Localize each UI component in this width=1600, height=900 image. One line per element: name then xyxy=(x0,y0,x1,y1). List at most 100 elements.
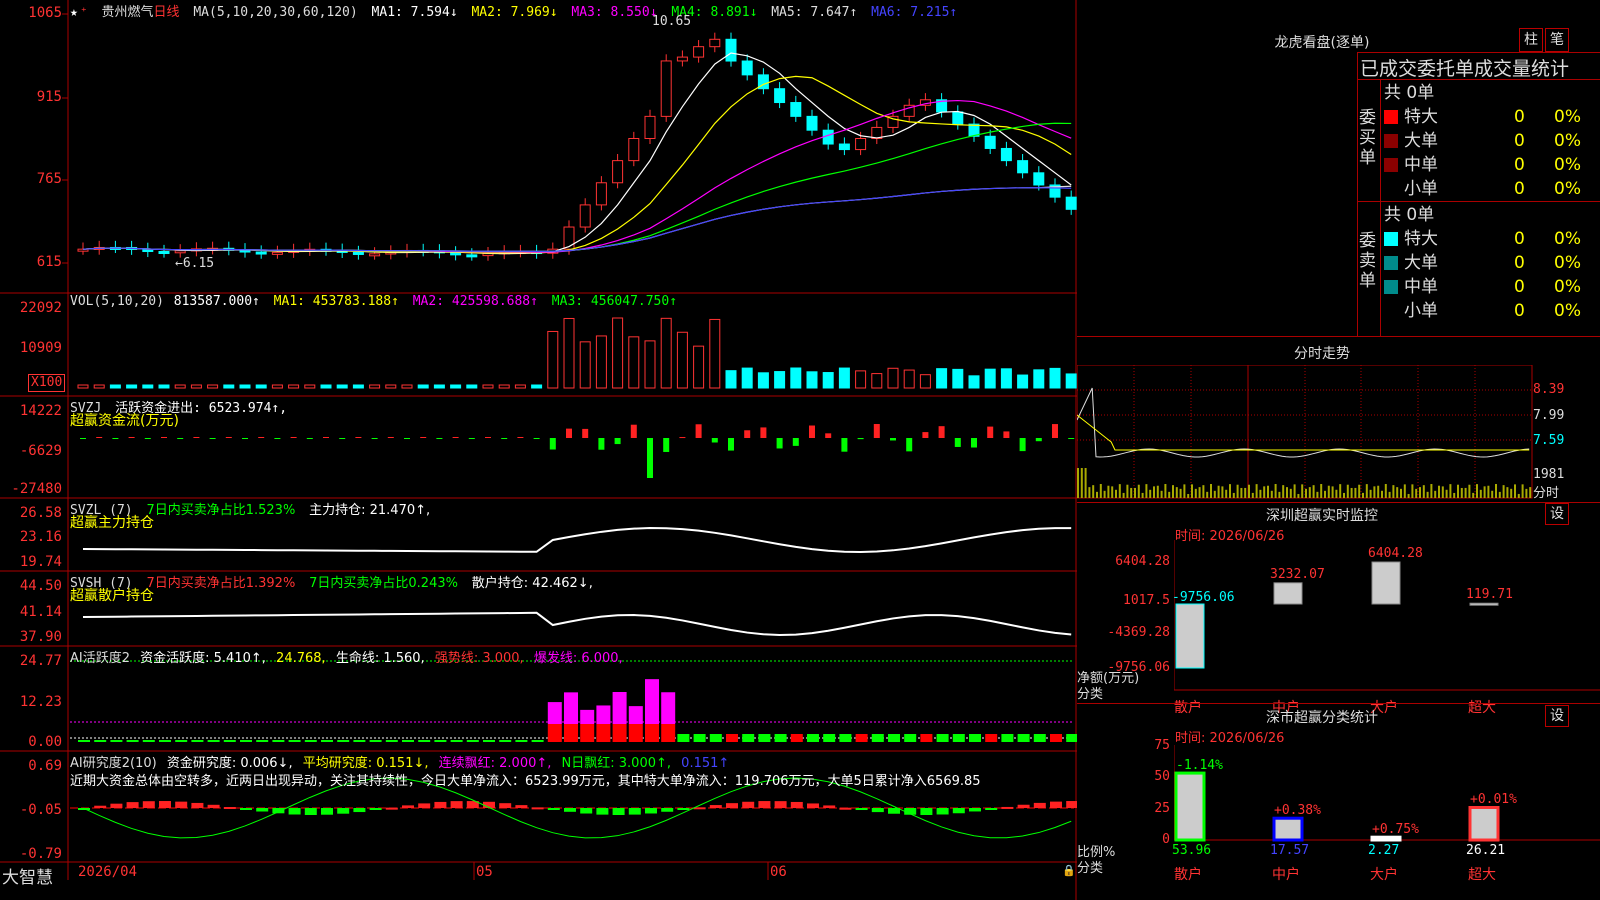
y-tick: 0.69 xyxy=(28,758,62,774)
activity-bar xyxy=(580,709,595,724)
classify-category-label: 散户 xyxy=(1174,867,1202,883)
fenshi-volume-bar xyxy=(1407,493,1410,498)
ai1-sub3: 生命线: 1.560, xyxy=(335,651,425,666)
row-label: 中单 xyxy=(1404,277,1438,297)
fenshi-volume-bar xyxy=(1434,490,1437,498)
fenshi-volume-bar xyxy=(1468,484,1471,498)
fenshi-volume-bar xyxy=(1430,484,1433,498)
volume-bar xyxy=(466,384,478,389)
fenshi-volume-bar xyxy=(1297,493,1300,498)
classify-y-tick: 75 xyxy=(1154,738,1170,753)
activity-bar xyxy=(159,740,171,742)
row-label: 特大 xyxy=(1404,107,1438,127)
row-percent: 0% xyxy=(1554,301,1581,321)
research-bar xyxy=(256,808,269,812)
classify-chart xyxy=(1174,745,1600,842)
fenshi-volume-bar xyxy=(1495,484,1497,498)
bar-view-button[interactable]: 柱 xyxy=(1519,28,1543,52)
activity-bar xyxy=(774,734,787,742)
research-bar xyxy=(159,801,171,808)
classify-time: 时间: 2026/06/26 xyxy=(1175,731,1285,746)
vol-ma2: MA2: 425598.688↑ xyxy=(412,294,538,309)
volume-bar xyxy=(774,371,786,389)
longhu-header: 已成交委托单成交量统计 xyxy=(1360,58,1570,80)
fenshi-volume-bar xyxy=(1324,490,1326,498)
flow-bar xyxy=(809,425,815,438)
candle xyxy=(838,143,850,151)
candle xyxy=(563,226,575,250)
classify-change-label: -1.14% xyxy=(1176,758,1223,774)
row-percent: 0% xyxy=(1554,155,1581,175)
fenshi-volume-bar xyxy=(1339,484,1342,498)
row-count: 0 xyxy=(1514,179,1525,199)
buy-row-2: 中单 0 0% xyxy=(1384,153,1599,177)
lock-icon[interactable]: 🔒 xyxy=(1062,864,1076,877)
classify-category-label: 超大 xyxy=(1468,867,1496,883)
research-bar xyxy=(1066,801,1077,808)
y-tick: 1065 xyxy=(28,5,62,21)
candle xyxy=(822,129,834,145)
activity-bar xyxy=(94,740,107,742)
research-bar xyxy=(612,808,625,815)
y-tick: -27480 xyxy=(11,481,62,497)
sell-row-1: 大单 0 0% xyxy=(1384,251,1599,275)
research-bar xyxy=(677,808,690,810)
tick-view-button[interactable]: 笔 xyxy=(1545,28,1569,52)
fenshi-chart[interactable] xyxy=(1077,365,1600,503)
chart-area[interactable]: ★ ⁺ 贵州燃气日线 MA(5,10,20,30,60,120) MA1: 7.5… xyxy=(0,0,1077,900)
y-tick: 615 xyxy=(36,254,62,270)
activity-bar xyxy=(985,734,998,742)
research-bar xyxy=(564,808,576,812)
star-icon[interactable]: ★ xyxy=(70,5,78,20)
flow-bar xyxy=(436,438,443,439)
volume-bar xyxy=(806,371,818,389)
candle xyxy=(628,138,640,162)
fenshi-volume-bar xyxy=(1438,485,1440,498)
buy-side-label: 委买单 xyxy=(1359,108,1376,168)
monitor-settings-button[interactable]: 设 xyxy=(1545,503,1569,525)
fenshi-volume-bar xyxy=(1191,484,1193,498)
flow-bar xyxy=(193,437,200,438)
y-tick: -0.05 xyxy=(19,802,62,818)
fenshi-volume-bar xyxy=(1400,488,1402,498)
fenshi-volume-bar xyxy=(1316,491,1319,498)
candle xyxy=(450,252,462,256)
classify-category-label: 大户 xyxy=(1370,867,1398,883)
sell-row-3: 小单 0 0% xyxy=(1384,299,1599,323)
ai2-header: AI研究度2(10) 资金研究度: 0.006↓, 平均研究度: 0.151↓,… xyxy=(70,752,735,771)
candle xyxy=(158,251,170,255)
fenshi-volume-bar xyxy=(1373,486,1376,498)
fenshi-volume-bar xyxy=(1514,484,1516,498)
period[interactable]: 日线 xyxy=(154,5,180,20)
flow-bar xyxy=(614,438,621,445)
candle xyxy=(612,160,624,184)
flow-bar xyxy=(598,438,605,450)
activity-bar xyxy=(547,702,562,724)
fenshi-volume-bar xyxy=(1217,485,1220,498)
activity-bar xyxy=(904,734,917,742)
classify-bar-大户 xyxy=(1370,835,1402,842)
flow-bar xyxy=(387,437,394,438)
fenshi-volume-bar xyxy=(1115,489,1117,498)
fenshi-volume-bar xyxy=(1365,484,1368,498)
monitor-y-tick: -4369.28 xyxy=(1107,625,1170,640)
classify-bar-中户 xyxy=(1272,816,1304,842)
classify-settings-button[interactable]: 设 xyxy=(1545,705,1569,727)
monitor-value-label: 6404.28 xyxy=(1368,546,1423,561)
volume-bar xyxy=(109,384,121,389)
y-tick: -6629 xyxy=(19,443,62,459)
flow-bar xyxy=(630,424,637,438)
fenshi-volume-bar xyxy=(1232,492,1235,498)
ai2-sub5: 0.151↑ xyxy=(681,756,730,771)
color-swatch xyxy=(1384,134,1398,148)
fenshi-volume-bar xyxy=(1388,491,1391,498)
fenshi-volume-bar xyxy=(1263,486,1266,498)
monitor-y-tick: 1017.5 xyxy=(1123,593,1170,608)
mark-icon: ⁺ xyxy=(79,5,88,20)
vol-unit-button[interactable]: X100 xyxy=(28,374,66,392)
activity-bar xyxy=(823,734,836,742)
y-tick: 41.14 xyxy=(19,604,62,620)
volume-bar xyxy=(822,372,834,389)
stock-name[interactable]: 贵州燃气 xyxy=(101,5,153,20)
fenshi-volume-bar xyxy=(1134,487,1136,498)
